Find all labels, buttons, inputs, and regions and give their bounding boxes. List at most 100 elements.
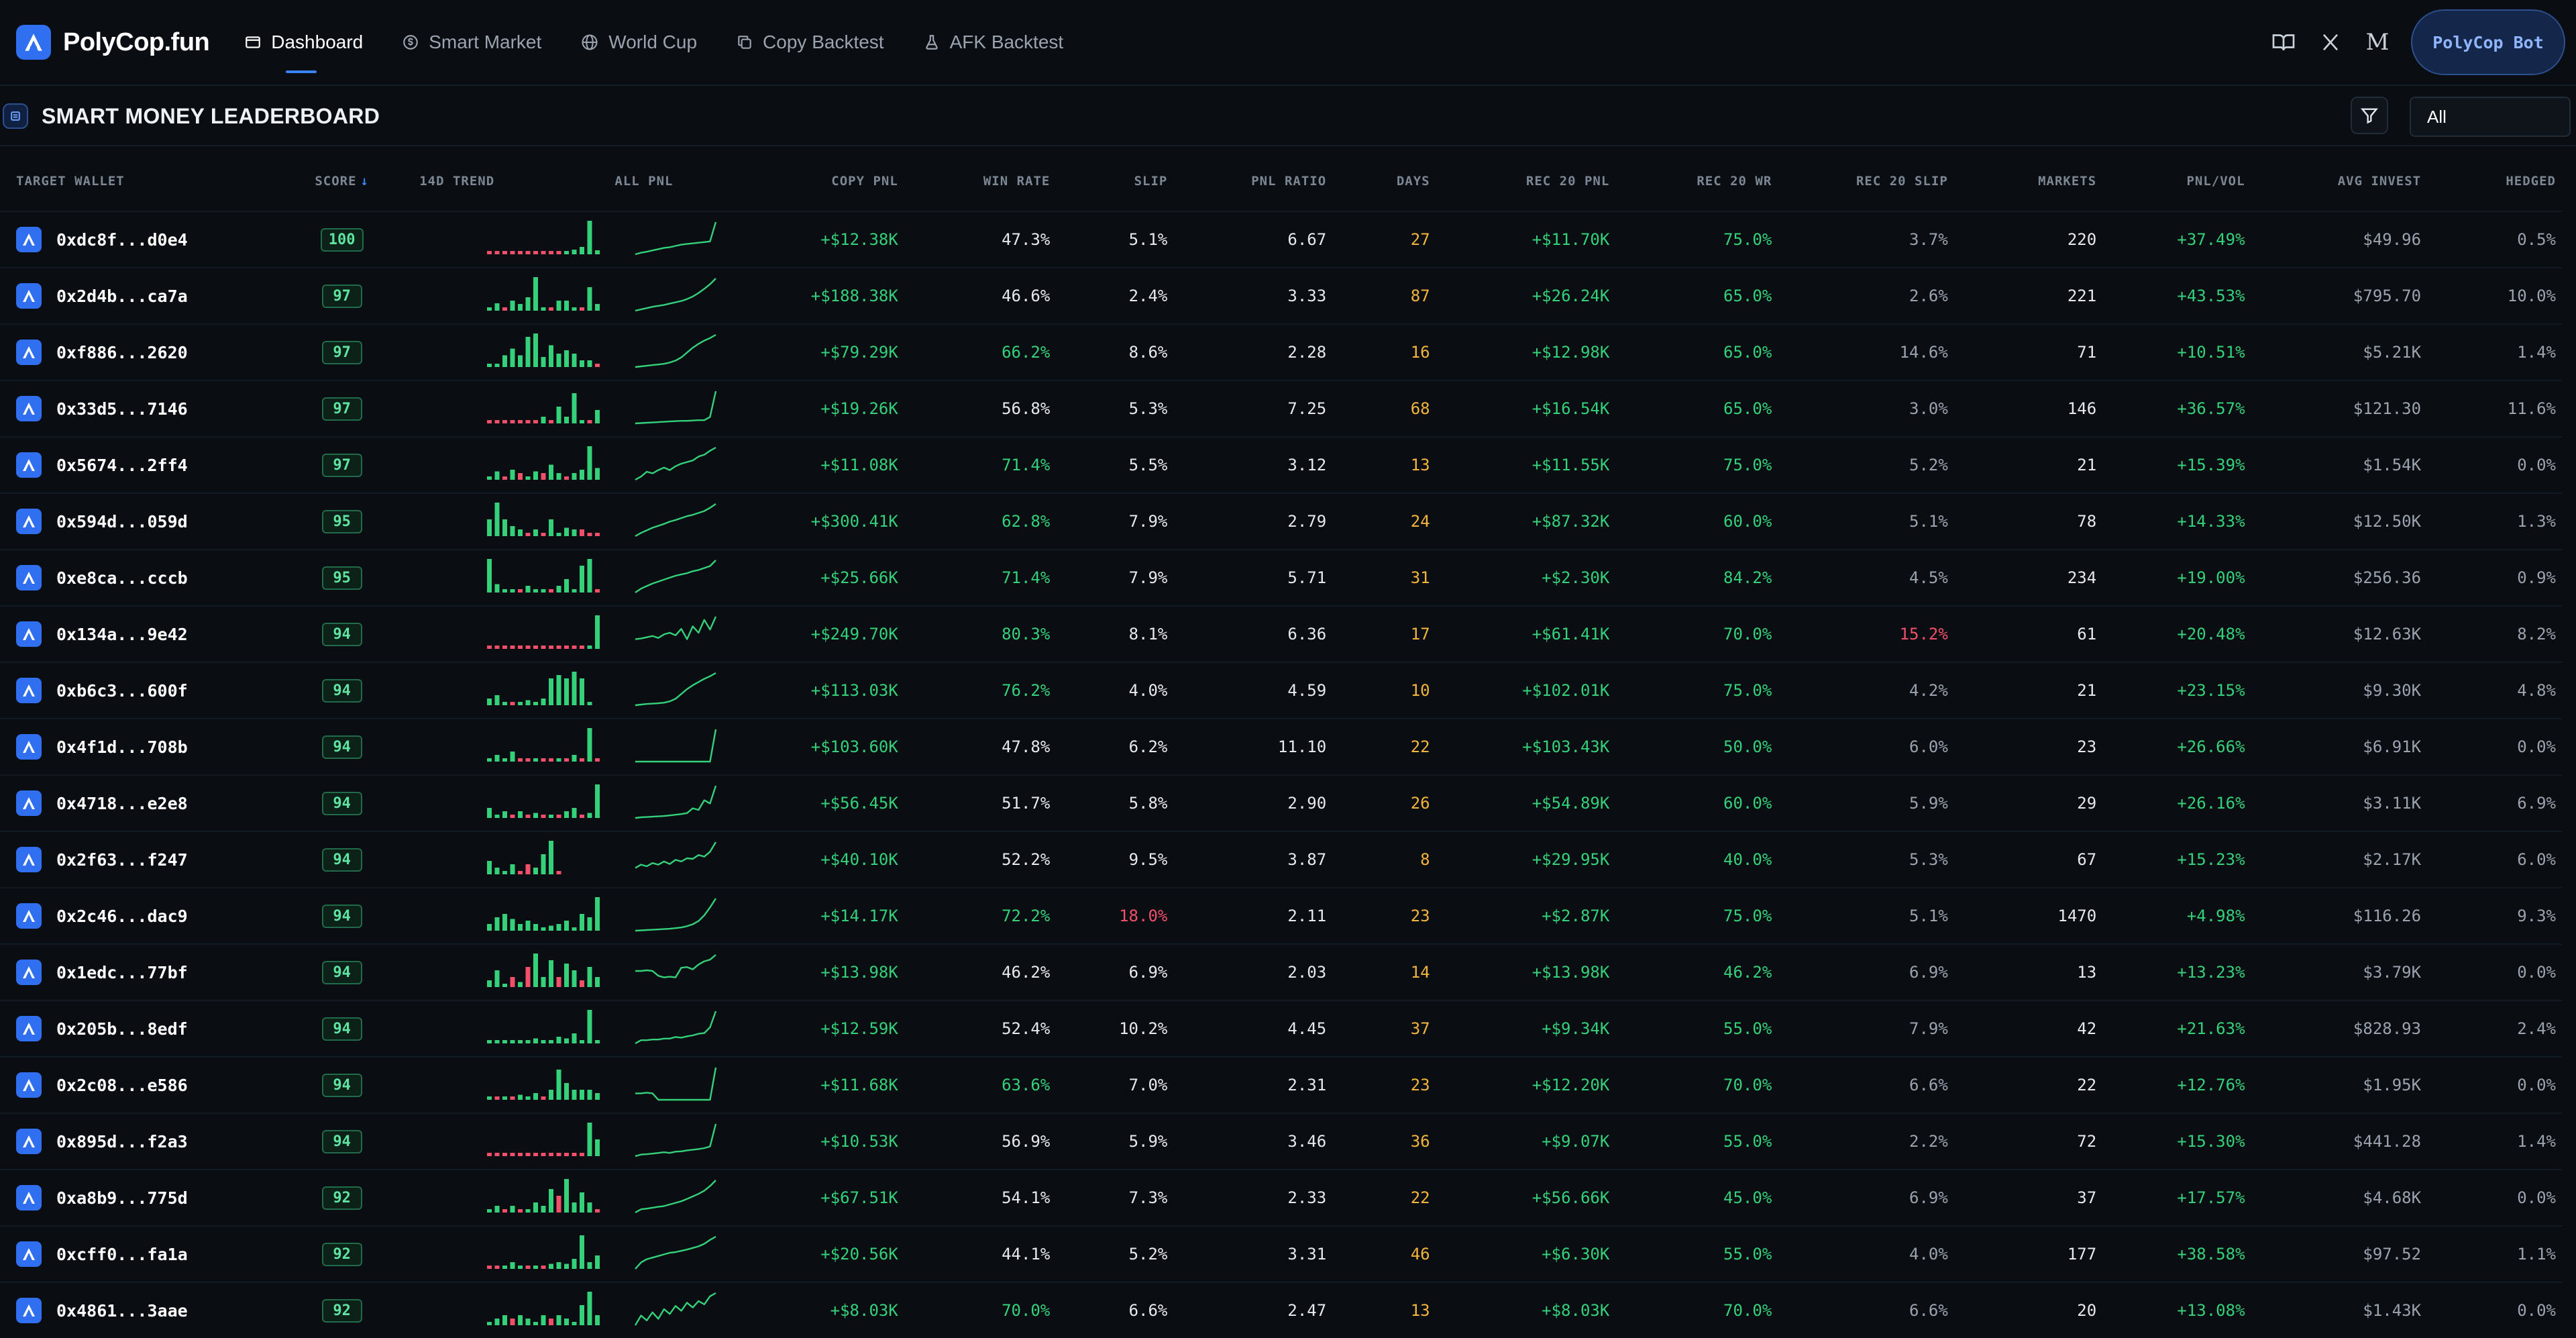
wallet-address[interactable]: 0xf886...2620 — [56, 343, 188, 362]
wallet-address[interactable]: 0xdc8f...d0e4 — [56, 230, 188, 250]
nav-copy-backtest[interactable]: Copy Backtest — [736, 0, 884, 85]
col-pnl-ratio[interactable]: PNL RATIO — [1174, 152, 1333, 211]
trend-bar — [595, 615, 600, 649]
wallet-address[interactable]: 0x205b...8edf — [56, 1019, 188, 1039]
col-hedged[interactable]: HEDGED — [2428, 152, 2563, 211]
table-row[interactable]: 0x2d4b...ca7a 97 +$188.38K 46.6% 2.4% 3.33 87 +… — [0, 267, 2563, 324]
wallet-cell[interactable]: 0x895d...f2a3 — [0, 1113, 284, 1170]
wallet-address[interactable]: 0xcff0...fa1a — [56, 1245, 188, 1264]
win-rate-cell-value: 66.2% — [1002, 343, 1051, 362]
wallet-address[interactable]: 0x33d5...7146 — [56, 399, 188, 419]
wallet-address[interactable]: 0xa8b9...775d — [56, 1188, 188, 1208]
wallet-address[interactable]: 0x594d...059d — [56, 512, 188, 531]
col-win-rate[interactable]: WIN RATE — [905, 152, 1057, 211]
col-markets[interactable]: MARKETS — [1955, 152, 2103, 211]
table-row[interactable]: 0x33d5...7146 97 +$19.26K 56.8% 5.3% 7.25 68 +$… — [0, 380, 2563, 437]
filter-select[interactable]: All — [2410, 97, 2571, 137]
wallet-address[interactable]: 0x4861...3aae — [56, 1301, 188, 1321]
wallet-cell[interactable]: 0x5674...2ff4 — [0, 436, 284, 493]
wallet-address[interactable]: 0x2c08...e586 — [56, 1076, 188, 1095]
col-days[interactable]: DAYS — [1333, 152, 1436, 211]
col-all-pnl[interactable]: ALL PNL — [614, 152, 725, 211]
wallet-address[interactable]: 0x2c46...dac9 — [56, 907, 188, 926]
wallet-cell[interactable]: 0x4718...e2e8 — [0, 774, 284, 831]
nav-world-cup[interactable]: World Cup — [580, 0, 697, 85]
all-pnl-line — [635, 1292, 716, 1326]
table-row[interactable]: 0x895d...f2a3 94 +$10.53K 56.9% 5.9% 3.46 36 +$… — [0, 1113, 2563, 1170]
wallet-address[interactable]: 0xe8ca...cccb — [56, 568, 188, 588]
filter-button[interactable] — [2351, 97, 2388, 134]
table-row[interactable]: 0x2f63...f247 94 +$40.10K 52.2% 9.5% 3.87 8 +$2… — [0, 831, 2563, 888]
trend-sparkbars — [487, 221, 600, 254]
wallet-avatar-icon — [16, 1185, 42, 1211]
wallet-cell[interactable]: 0x4861...3aae — [0, 1282, 284, 1338]
table-row[interactable]: 0x2c08...e586 94 +$11.68K 63.6% 7.0% 2.31 23 +$… — [0, 1056, 2563, 1113]
nav-dashboard[interactable]: Dashboard — [244, 0, 363, 85]
col-target-wallet[interactable]: TARGET WALLET — [0, 152, 283, 211]
medium-m-icon[interactable]: M — [2364, 29, 2391, 56]
wallet-cell[interactable]: 0x2c46...dac9 — [0, 887, 284, 944]
brand[interactable]: PolyCop.fun — [16, 25, 210, 60]
docs-book-icon[interactable] — [2270, 29, 2297, 56]
col-pnl-vol[interactable]: PNL/VOL — [2103, 152, 2251, 211]
wallet-cell[interactable]: 0x2c08...e586 — [0, 1056, 284, 1113]
x-twitter-icon[interactable] — [2317, 29, 2344, 56]
table-row[interactable]: 0x4f1d...708b 94 +$103.60K 47.8% 6.2% 11.10 22… — [0, 718, 2563, 775]
nav-afk-backtest[interactable]: AFK Backtest — [923, 0, 1063, 85]
wallet-cell[interactable]: 0xa8b9...775d — [0, 1169, 284, 1226]
wallet-cell[interactable]: 0x2d4b...ca7a — [0, 267, 284, 324]
polycop-bot-button[interactable]: PolyCop Bot — [2411, 9, 2565, 75]
col-score[interactable]: SCORE ↓ — [283, 152, 400, 211]
table-row[interactable]: 0xf886...2620 97 +$79.29K 66.2% 8.6% 2.28 16 +$… — [0, 323, 2563, 380]
col-rec20-pnl[interactable]: REC 20 PNL — [1437, 152, 1617, 211]
col-slip[interactable]: SLIP — [1057, 152, 1174, 211]
wallet-cell[interactable]: 0xe8ca...cccb — [0, 549, 284, 606]
table-row[interactable]: 0x594d...059d 95 +$300.41K 62.8% 7.9% 2.79 24 +… — [0, 493, 2563, 550]
col-rec20-slip[interactable]: REC 20 SLIP — [1778, 152, 1955, 211]
wallet-address[interactable]: 0x895d...f2a3 — [56, 1132, 188, 1151]
table-row[interactable]: 0x5674...2ff4 97 +$11.08K 71.4% 5.5% 3.12 13 +$… — [0, 436, 2563, 493]
wallet-cell[interactable]: 0x134a...9e42 — [0, 605, 284, 662]
wallet-cell[interactable]: 0xf886...2620 — [0, 323, 284, 380]
table-row[interactable]: 0x134a...9e42 94 +$249.70K 80.3% 8.1% 6.36 17 +… — [0, 605, 2563, 662]
wallet-address[interactable]: 0x2d4b...ca7a — [56, 287, 188, 306]
score-badge: 94 — [321, 735, 362, 759]
table-row[interactable]: 0x205b...8edf 94 +$12.59K 52.4% 10.2% 4.45 37 +… — [0, 1000, 2563, 1057]
polycop-logo-icon — [16, 25, 51, 60]
wallet-address[interactable]: 0x134a...9e42 — [56, 625, 188, 644]
trend-bar — [533, 1093, 539, 1100]
table-row[interactable]: 0x1edc...77bf 94 +$13.98K 46.2% 6.9% 2.03 14 +$… — [0, 943, 2563, 1000]
col-rec20-wr[interactable]: REC 20 WR — [1616, 152, 1778, 211]
wallet-address[interactable]: 0x4f1d...708b — [56, 737, 188, 757]
table-row[interactable]: 0xe8ca...cccb 95 +$25.66K 71.4% 7.9% 5.71 31 +$… — [0, 549, 2563, 606]
col-copy-pnl[interactable]: COPY PNL — [725, 152, 905, 211]
wallet-cell[interactable]: 0xcff0...fa1a — [0, 1225, 284, 1282]
wallet-cell[interactable]: 0x2f63...f247 — [0, 831, 284, 888]
wallet-address[interactable]: 0x2f63...f247 — [56, 850, 188, 870]
table-row[interactable]: 0xdc8f...d0e4 100 +$12.38K 47.3% 5.1% 6.67 27 +… — [0, 211, 2563, 268]
rec20-pnl-cell: +$8.03K — [1436, 1282, 1617, 1338]
wallet-cell[interactable]: 0xdc8f...d0e4 — [0, 211, 284, 268]
trend-bar — [518, 1153, 523, 1156]
wallet-cell[interactable]: 0x594d...059d — [0, 493, 284, 550]
table-row[interactable]: 0x4718...e2e8 94 +$56.45K 51.7% 5.8% 2.90 26 +$… — [0, 774, 2563, 831]
wallet-cell[interactable]: 0xb6c3...600f — [0, 662, 284, 719]
wallet-address[interactable]: 0xb6c3...600f — [56, 681, 188, 701]
wallet-cell[interactable]: 0x1edc...77bf — [0, 943, 284, 1000]
table-row[interactable]: 0xcff0...fa1a 92 +$20.56K 44.1% 5.2% 3.31 46 +$… — [0, 1225, 2563, 1282]
wallet-address[interactable]: 0x5674...2ff4 — [56, 456, 188, 475]
wallet-address[interactable]: 0x1edc...77bf — [56, 963, 188, 982]
trend-bar — [549, 758, 554, 762]
col-avg-invest[interactable]: AVG INVEST — [2252, 152, 2428, 211]
table-row[interactable]: 0x2c46...dac9 94 +$14.17K 72.2% 18.0% 2.11 23 +… — [0, 887, 2563, 944]
wallet-cell[interactable]: 0x4f1d...708b — [0, 718, 284, 775]
avg-invest-cell-value: $441.28 — [2353, 1132, 2422, 1151]
wallet-cell[interactable]: 0x33d5...7146 — [0, 380, 284, 437]
wallet-address[interactable]: 0x4718...e2e8 — [56, 794, 188, 813]
table-row[interactable]: 0xa8b9...775d 92 +$67.51K 54.1% 7.3% 2.33 22 +$… — [0, 1169, 2563, 1226]
nav-smart-market[interactable]: Smart Market — [402, 0, 541, 85]
wallet-cell[interactable]: 0x205b...8edf — [0, 1000, 284, 1057]
table-row[interactable]: 0xb6c3...600f 94 +$113.03K 76.2% 4.0% 4.59 10 +… — [0, 662, 2563, 719]
table-row[interactable]: 0x4861...3aae 92 +$8.03K 70.0% 6.6% 2.47 13 +$8… — [0, 1282, 2563, 1338]
col-14d-trend[interactable]: 14D TREND — [400, 152, 614, 211]
